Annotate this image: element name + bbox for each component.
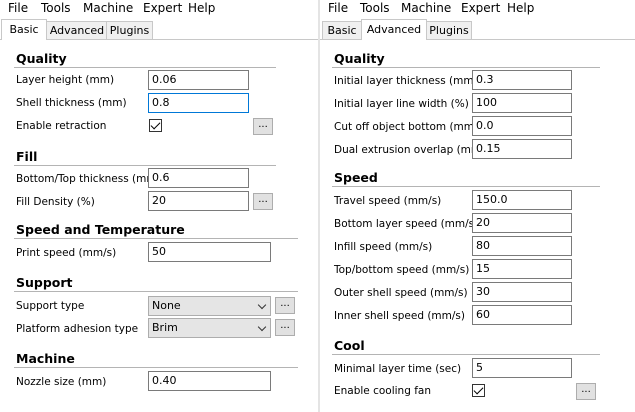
section-title-cool: Cool <box>334 338 365 353</box>
menu-bar: File Tools Machine Expert Help <box>320 0 635 17</box>
initial-layer-line-width-input[interactable]: 100 <box>472 93 572 113</box>
section-title-fill: Fill <box>16 149 38 164</box>
tab-basic[interactable]: Basic <box>322 21 362 39</box>
menu-expert[interactable]: Expert <box>143 1 182 15</box>
chevron-down-icon <box>257 300 267 310</box>
tab-advanced[interactable]: Advanced <box>46 21 108 39</box>
fill-settings-button[interactable]: ... <box>253 193 273 210</box>
initial-layer-thickness-input[interactable]: 0.3 <box>472 70 572 90</box>
support-type-value: None <box>152 299 181 312</box>
section-title-quality: Quality <box>334 51 385 66</box>
fill-density-input[interactable]: 20 <box>148 191 249 211</box>
section-divider <box>14 291 298 292</box>
menu-machine[interactable]: Machine <box>401 1 451 15</box>
menu-file[interactable]: File <box>8 1 28 15</box>
checkmark-icon <box>150 119 161 130</box>
support-settings-button[interactable]: ... <box>275 297 295 314</box>
print-speed-input[interactable]: 50 <box>148 242 271 262</box>
menu-tools[interactable]: Tools <box>41 1 71 15</box>
support-type-label: Support type <box>16 300 85 312</box>
layer-height-input[interactable]: 0.06 <box>148 70 249 90</box>
enable-cooling-fan-checkbox[interactable] <box>472 384 485 397</box>
enable-retraction-checkbox[interactable] <box>149 119 162 132</box>
travel-speed-label: Travel speed (mm/s) <box>334 195 442 207</box>
enable-cooling-fan-label: Enable cooling fan <box>334 385 432 397</box>
basic-settings-panel: File Tools Machine Expert Help Basic Adv… <box>0 0 318 412</box>
tab-advanced[interactable]: Advanced <box>361 19 427 40</box>
bottom-layer-speed-label: Bottom layer speed (mm/s) <box>334 218 479 230</box>
menu-bar: File Tools Machine Expert Help <box>0 0 318 17</box>
section-title-speed: Speed <box>334 170 378 185</box>
bottom-layer-speed-input[interactable]: 20 <box>472 213 572 233</box>
menu-help[interactable]: Help <box>507 1 534 15</box>
nozzle-size-input[interactable]: 0.40 <box>148 371 271 391</box>
section-title-machine: Machine <box>16 351 75 366</box>
tab-bar: Basic Advanced Plugins <box>320 19 635 40</box>
section-title-speed-temperature: Speed and Temperature <box>16 222 185 237</box>
cut-off-bottom-label: Cut off object bottom (mm) <box>334 121 479 133</box>
support-type-select[interactable]: None <box>148 296 271 316</box>
initial-layer-line-width-label: Initial layer line width (%) <box>334 98 469 110</box>
minimal-layer-time-label: Minimal layer time (sec) <box>334 363 462 375</box>
infill-speed-label: Infill speed (mm/s) <box>334 241 433 253</box>
bottom-top-thickness-label: Bottom/Top thickness (mm) <box>16 173 161 185</box>
advanced-settings-panel: File Tools Machine Expert Help Basic Adv… <box>320 0 635 412</box>
platform-adhesion-value: Brim <box>152 321 178 334</box>
minimal-layer-time-input[interactable]: 5 <box>472 358 572 378</box>
top-bottom-speed-input[interactable]: 15 <box>472 259 572 279</box>
section-divider <box>14 67 276 68</box>
tab-plugins[interactable]: Plugins <box>106 21 153 39</box>
checkmark-icon <box>473 384 484 395</box>
dual-extrusion-overlap-label: Dual extrusion overlap (mm) <box>334 144 486 156</box>
section-divider <box>14 238 298 239</box>
inner-shell-speed-input[interactable]: 60 <box>472 305 572 325</box>
section-divider <box>332 67 600 68</box>
shell-thickness-input[interactable]: 0.8 <box>148 93 249 113</box>
section-divider <box>332 354 600 355</box>
platform-adhesion-label: Platform adhesion type <box>16 323 139 335</box>
section-title-quality: Quality <box>16 51 67 66</box>
platform-adhesion-select[interactable]: Brim <box>148 318 271 338</box>
outer-shell-speed-label: Outer shell speed (mm/s) <box>334 287 468 299</box>
section-divider <box>14 367 298 368</box>
nozzle-size-label: Nozzle size (mm) <box>16 376 107 388</box>
retraction-settings-button[interactable]: ... <box>253 118 273 135</box>
menu-tools[interactable]: Tools <box>360 1 390 15</box>
shell-thickness-label: Shell thickness (mm) <box>16 97 127 109</box>
adhesion-settings-button[interactable]: ... <box>275 319 295 336</box>
menu-expert[interactable]: Expert <box>461 1 500 15</box>
menu-machine[interactable]: Machine <box>83 1 133 15</box>
menu-file[interactable]: File <box>328 1 348 15</box>
section-divider <box>14 165 276 166</box>
tab-basic[interactable]: Basic <box>1 19 47 40</box>
cut-off-bottom-input[interactable]: 0.0 <box>472 116 572 136</box>
section-divider <box>332 186 600 187</box>
initial-layer-thickness-label: Initial layer thickness (mm) <box>334 75 478 87</box>
section-title-support: Support <box>16 275 73 290</box>
travel-speed-input[interactable]: 150.0 <box>472 190 572 210</box>
tab-bar: Basic Advanced Plugins <box>0 19 318 40</box>
layer-height-label: Layer height (mm) <box>16 74 115 86</box>
fill-density-label: Fill Density (%) <box>16 196 95 208</box>
tab-plugins[interactable]: Plugins <box>426 21 472 39</box>
outer-shell-speed-input[interactable]: 30 <box>472 282 572 302</box>
bottom-top-thickness-input[interactable]: 0.6 <box>148 168 249 188</box>
menu-help[interactable]: Help <box>188 1 215 15</box>
print-speed-label: Print speed (mm/s) <box>16 247 117 259</box>
inner-shell-speed-label: Inner shell speed (mm/s) <box>334 310 465 322</box>
top-bottom-speed-label: Top/bottom speed (mm/s) <box>334 264 470 276</box>
cooling-settings-button[interactable]: ... <box>576 383 596 400</box>
chevron-down-icon <box>257 322 267 332</box>
dual-extrusion-overlap-input[interactable]: 0.15 <box>472 139 572 159</box>
enable-retraction-label: Enable retraction <box>16 120 107 132</box>
infill-speed-input[interactable]: 80 <box>472 236 572 256</box>
